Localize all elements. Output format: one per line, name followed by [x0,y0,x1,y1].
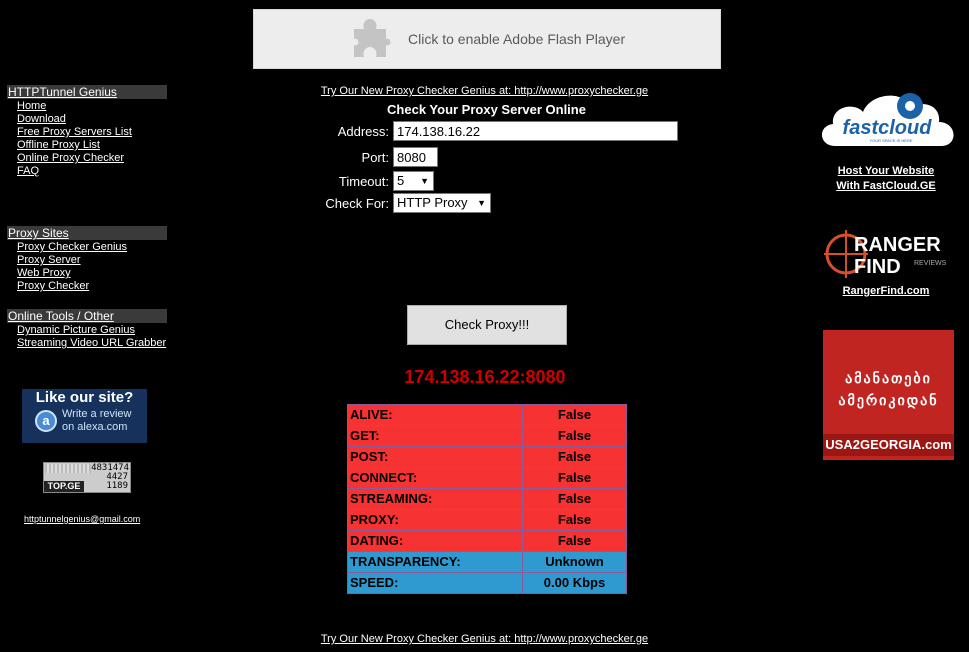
fastcloud-logo-text: fastcloud [843,117,933,139]
fastcloud-link-line-2[interactable]: With FastCloud.GE [826,180,946,192]
sidebar-header-online-tools[interactable]: Online Tools / Other [7,309,167,323]
usa-banner-url: USA2GEORGIA.com [823,434,954,456]
result-row: SPEED: 0.00 Kbps [347,572,627,594]
top-ge-counter[interactable]: 4831474 4427 1189 TOP.GE [43,462,131,493]
result-row: POST: False [347,446,627,468]
alexa-subtitle: Write a review on alexa.com [62,408,142,434]
result-key: STREAMING: [347,488,523,510]
dropdown-arrow-icon: ▼ [420,176,429,186]
sidebar-link-online-proxy-checker[interactable]: Online Proxy Checker [17,152,124,165]
result-row: TRANSPARENCY: Unknown [347,551,627,573]
sidebar-link-web-proxy[interactable]: Web Proxy [17,267,71,280]
promo-bottom[interactable]: Try Our New Proxy Checker Genius at: htt… [0,633,969,645]
result-key: TRANSPARENCY: [347,551,523,573]
alexa-review-banner[interactable]: Like our site? a Write a review on alexa… [22,389,147,443]
usa2georgia-banner[interactable]: ამანათები ამერიკიდან USA2GEORGIA.com [823,330,954,460]
result-key: PROXY: [347,509,523,531]
promo-bottom-link[interactable]: Try Our New Proxy Checker Genius at: htt… [321,633,648,645]
promo-top-link[interactable]: Try Our New Proxy Checker Genius at: htt… [321,85,648,97]
ranger-line-2: FIND [854,256,901,278]
sidebar-link-home[interactable]: Home [17,100,46,113]
result-row: STREAMING: False [347,488,627,510]
check-proxy-button[interactable]: Check Proxy!!! [407,305,567,345]
dropdown-arrow-icon: ▼ [477,198,486,208]
sidebar-link-proxy-server[interactable]: Proxy Server [17,254,81,267]
result-value: False [522,467,627,489]
sidebar-link-streaming-video-grabber[interactable]: Streaming Video URL Grabber [17,337,166,350]
timeout-value: 5 [397,173,405,188]
ranger-tag: REVIEWS [914,260,947,267]
result-row: GET: False [347,425,627,447]
puzzle-piece-icon [354,19,391,57]
check-for-select[interactable]: HTTP Proxy ▼ [393,193,491,213]
result-proxy-address: 174.138.16.22:8080 [404,367,566,387]
result-value: False [522,446,627,468]
result-table: ALIVE: False GET: False POST: False CONNECT: Fa… [347,404,627,594]
usa-banner-line-1: ამანათები [845,370,932,386]
result-key: POST: [347,446,523,468]
result-row: DATING: False [347,530,627,552]
alexa-logo-icon: a [35,410,57,432]
result-value: False [522,404,627,426]
alexa-line-2: on alexa.com [62,421,128,433]
sidebar-link-download[interactable]: Download [17,113,66,126]
result-key: SPEED: [347,572,523,594]
result-key: CONNECT: [347,467,523,489]
counter-brand: TOP.GE [44,481,84,492]
fastcloud-link-line-1[interactable]: Host Your Website [826,165,946,177]
alexa-title: Like our site? [35,389,134,406]
result-row: PROXY: False [347,509,627,531]
address-input[interactable] [393,121,678,141]
flash-placeholder[interactable]: Click to enable Adobe Flash Player [253,9,721,69]
sidebar-link-proxy-checker-genius[interactable]: Proxy Checker Genius [17,241,127,254]
usa-banner-line-2: ამერიკიდან [838,392,939,408]
contact-email-link[interactable]: httptunnelgenius@gmail.com [24,514,140,524]
result-value: 0.00 Kbps [522,572,627,594]
timeout-label: Timeout: [338,174,389,189]
result-key: DATING: [347,530,523,552]
ranger-line-1: RANGER [854,234,941,256]
check-for-label: Check For: [325,196,389,211]
result-row: CONNECT: False [347,467,627,489]
result-value: Unknown [522,551,627,573]
port-label: Port: [361,150,389,165]
fastcloud-tagline: YOUR SPACE IS HERE [869,138,912,143]
result-value: False [522,425,627,447]
fastcloud-logo[interactable]: fastcloud YOUR SPACE IS HERE [815,84,961,160]
address-label: Address: [337,124,389,139]
sidebar-link-faq[interactable]: FAQ [17,165,39,178]
result-value: False [522,530,627,552]
timeout-select[interactable]: 5 ▼ [393,171,434,191]
sidebar-link-proxy-checker[interactable]: Proxy Checker [17,280,89,293]
result-key: ALIVE: [347,404,523,426]
sidebar-header-proxy-sites[interactable]: Proxy Sites [7,226,167,240]
result-value: False [522,509,627,531]
sidebar-link-dynamic-picture-genius[interactable]: Dynamic Picture Genius [17,324,135,337]
alexa-line-1: Write a review [62,408,132,420]
sidebar-link-offline-proxy-list[interactable]: Offline Proxy List [17,139,100,152]
counter-online: 1189 [106,481,128,491]
rangerfind-link[interactable]: RangerFind.com [826,285,946,297]
flash-text: Click to enable Adobe Flash Player [408,31,626,47]
form-title: Check Your Proxy Server Online [387,102,586,117]
sidebar-link-free-proxy-list[interactable]: Free Proxy Servers List [17,126,132,139]
result-key: GET: [347,425,523,447]
result-value: False [522,488,627,510]
check-for-value: HTTP Proxy [397,195,468,210]
port-input[interactable] [393,147,438,167]
fastcloud-link[interactable]: Host Your Website With FastCloud.GE [826,165,946,192]
rangerfind-logo[interactable]: RANGER FIND REVIEWS [824,230,954,280]
result-row: ALIVE: False [347,404,627,426]
